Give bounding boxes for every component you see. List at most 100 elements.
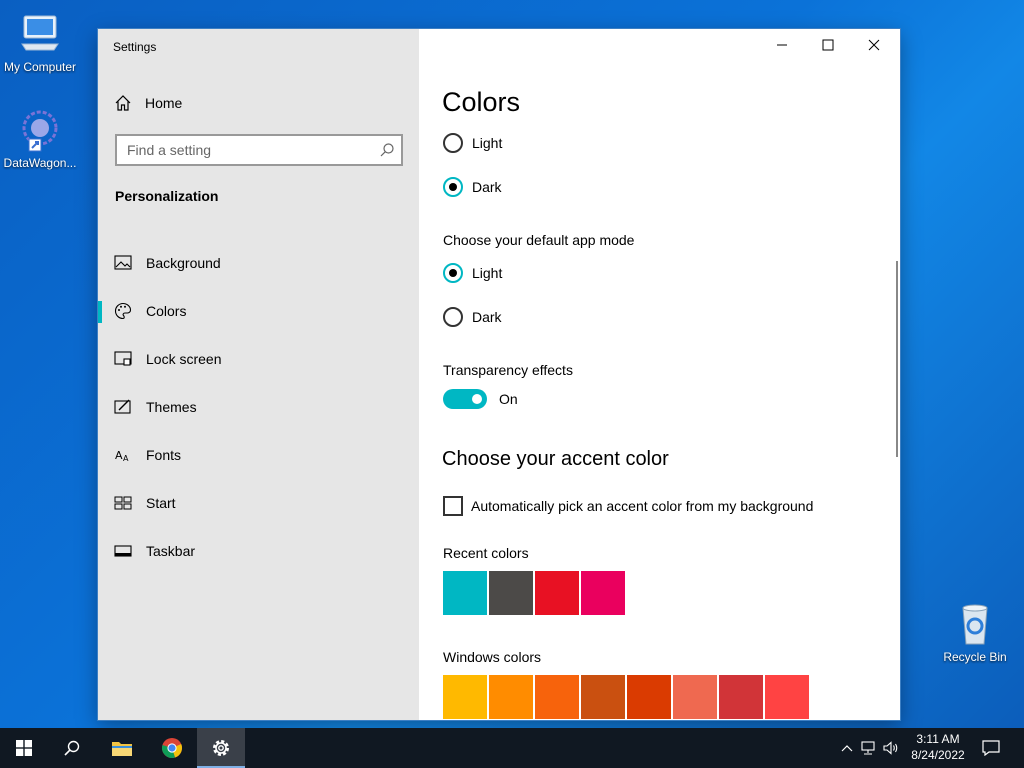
sidebar-item-label: Colors xyxy=(146,303,187,319)
desktop-icon-label: My Computer xyxy=(3,60,77,74)
recent-colors-label: Recent colors xyxy=(443,545,529,561)
windows-colors-row xyxy=(443,675,811,719)
desktop-icon-recycle-bin[interactable]: Recycle Bin xyxy=(935,600,1015,664)
taskbar-chrome[interactable] xyxy=(148,728,196,768)
radio-label: Dark xyxy=(472,309,502,325)
content-pane: Colors Light Dark Choose your default ap… xyxy=(419,29,900,720)
radio-label: Light xyxy=(472,265,503,281)
sidebar-item-lock-screen[interactable]: Lock screen xyxy=(98,335,419,383)
desktop-icon-my-computer[interactable]: My Computer xyxy=(0,10,80,74)
windows-logo-icon xyxy=(16,740,32,756)
transparency-toggle[interactable]: On xyxy=(443,389,518,409)
scrollbar-thumb[interactable] xyxy=(896,261,898,457)
app-mode-light-radio[interactable]: Light xyxy=(443,263,502,283)
network-icon[interactable] xyxy=(856,741,880,755)
radio-indicator-selected xyxy=(443,177,463,197)
image-icon xyxy=(114,254,132,272)
folder-icon xyxy=(112,742,132,756)
windows-color-swatch[interactable] xyxy=(489,675,533,719)
windows-mode-dark-radio[interactable]: Dark xyxy=(443,177,502,197)
search-icon xyxy=(379,142,395,158)
radio-label: Light xyxy=(472,135,503,151)
volume-icon[interactable] xyxy=(880,741,902,755)
search-input[interactable]: Find a setting xyxy=(115,134,403,166)
recycle-bin-icon xyxy=(951,600,999,648)
windows-mode-light-radio[interactable]: Light xyxy=(443,133,502,153)
auto-accent-checkbox[interactable]: Automatically pick an accent color from … xyxy=(443,496,813,516)
checkbox-box xyxy=(443,496,463,516)
sidebar-item-label: Lock screen xyxy=(146,351,222,367)
palette-icon xyxy=(114,302,132,320)
app-mode-dark-radio[interactable]: Dark xyxy=(443,307,502,327)
themes-icon xyxy=(114,398,132,416)
fonts-icon: AA xyxy=(114,446,132,464)
desktop-icon-datawagon[interactable]: DataWagon... xyxy=(0,106,80,170)
accent-heading: Choose your accent color xyxy=(442,448,669,470)
radio-indicator-selected xyxy=(443,263,463,283)
start-icon xyxy=(114,494,132,512)
action-center-button[interactable] xyxy=(966,728,1016,768)
sidebar-item-label: Fonts xyxy=(146,447,182,463)
windows-color-swatch[interactable] xyxy=(443,675,487,719)
sidebar-item-background[interactable]: Background xyxy=(98,239,419,287)
sidebar-item-taskbar[interactable]: Taskbar xyxy=(98,527,419,575)
taskbar-search-button[interactable] xyxy=(48,728,96,768)
datawagon-icon xyxy=(16,106,64,154)
taskbar-settings[interactable] xyxy=(197,728,245,768)
recent-color-swatch[interactable] xyxy=(581,571,625,615)
windows-color-swatch[interactable] xyxy=(673,675,717,719)
toggle-switch[interactable] xyxy=(443,389,487,409)
app-mode-label: Choose your default app mode xyxy=(443,232,635,248)
windows-color-swatch[interactable] xyxy=(581,675,625,719)
windows-color-swatch[interactable] xyxy=(535,675,579,719)
nav-home-label: Home xyxy=(145,95,183,111)
transparency-label: Transparency effects xyxy=(443,362,573,378)
start-button[interactable] xyxy=(0,728,48,768)
search-placeholder: Find a setting xyxy=(127,142,212,158)
notification-icon xyxy=(982,740,1000,756)
lock-screen-icon xyxy=(114,350,132,368)
radio-indicator xyxy=(443,133,463,153)
taskbar-clock[interactable]: 3:11 AM 8/24/2022 xyxy=(900,731,976,763)
windows-color-swatch[interactable] xyxy=(765,675,809,719)
taskbar: 3:11 AM 8/24/2022 xyxy=(0,728,1024,768)
search-icon xyxy=(64,740,80,756)
sidebar-item-label: Start xyxy=(146,495,176,511)
sidebar-item-start[interactable]: Start xyxy=(98,479,419,527)
nav-list: Background Colors Lock screen Themes AA … xyxy=(98,239,419,575)
sidebar-item-label: Taskbar xyxy=(146,543,196,559)
window-title: Settings xyxy=(113,40,157,54)
checkbox-label: Automatically pick an accent color from … xyxy=(471,498,814,514)
windows-colors-label: Windows colors xyxy=(443,649,542,665)
recent-colors-row xyxy=(443,571,627,615)
clock-time: 3:11 AM xyxy=(916,732,960,746)
radio-label: Dark xyxy=(472,179,502,195)
recent-color-swatch[interactable] xyxy=(489,571,533,615)
svg-text:A: A xyxy=(123,454,129,463)
sidebar-item-label: Themes xyxy=(146,399,197,415)
taskbar-file-explorer[interactable] xyxy=(98,728,146,768)
desktop-icon-label: Recycle Bin xyxy=(943,650,1007,664)
clock-date: 8/24/2022 xyxy=(911,748,965,762)
page-title: Colors xyxy=(442,87,521,117)
recent-color-swatch[interactable] xyxy=(535,571,579,615)
home-icon xyxy=(114,94,132,112)
recent-color-swatch[interactable] xyxy=(443,571,487,615)
chrome-icon xyxy=(162,738,183,758)
sidebar-item-fonts[interactable]: AA Fonts xyxy=(98,431,419,479)
svg-text:A: A xyxy=(115,449,123,462)
sidebar: Settings Home Find a setting Personaliza… xyxy=(98,29,419,720)
sidebar-item-themes[interactable]: Themes xyxy=(98,383,419,431)
chevron-up-icon[interactable] xyxy=(838,744,856,752)
nav-home[interactable]: Home xyxy=(114,93,182,113)
settings-window: Settings Home Find a setting Personaliza… xyxy=(98,29,900,720)
radio-indicator xyxy=(443,307,463,327)
system-tray xyxy=(838,728,902,768)
windows-color-swatch[interactable] xyxy=(719,675,763,719)
taskbar-icon xyxy=(114,542,132,560)
computer-icon xyxy=(16,10,64,58)
windows-color-swatch[interactable] xyxy=(627,675,671,719)
sidebar-item-label: Background xyxy=(146,255,221,271)
sidebar-item-colors[interactable]: Colors xyxy=(98,287,419,335)
section-heading: Personalization xyxy=(115,188,219,204)
